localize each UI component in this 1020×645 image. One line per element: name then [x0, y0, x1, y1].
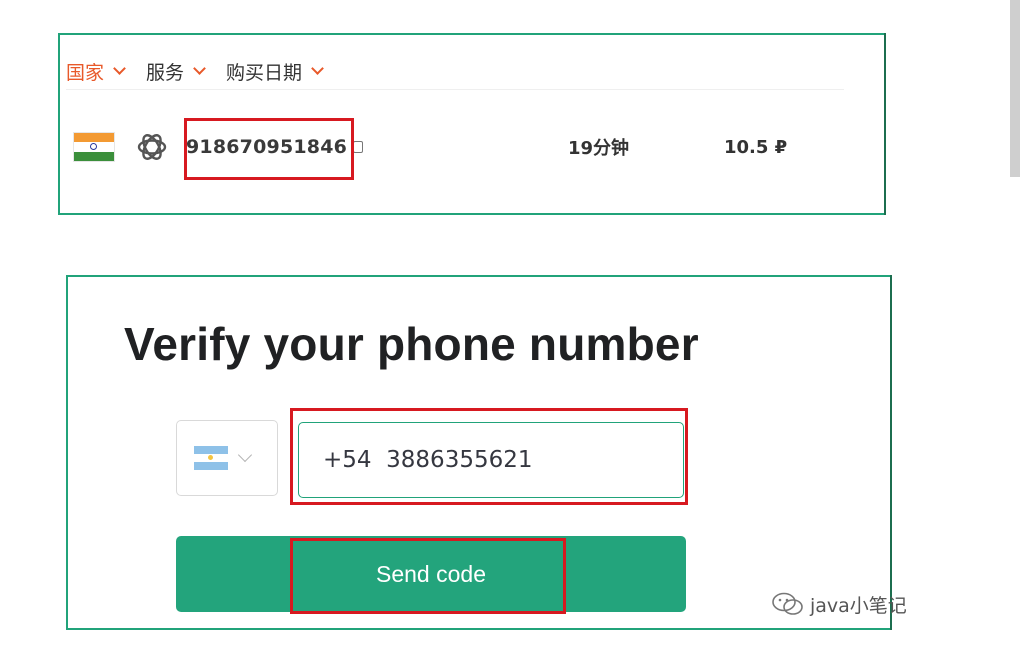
filter-purchase-date-label: 购买日期 [226, 61, 303, 84]
watermark-text: java小笔记 [810, 594, 907, 617]
scrollbar[interactable] [1010, 0, 1020, 177]
filter-country-label: 国家 [66, 61, 105, 84]
chevron-down-icon [113, 62, 126, 75]
highlight-phone-input [290, 408, 688, 505]
verify-phone-panel: Verify your phone number Send code [66, 275, 892, 630]
chevron-down-icon [311, 62, 324, 75]
orders-panel: 国家 服务 购买日期 918670951846 19分钟 10.5 ₽ [58, 33, 886, 215]
openai-icon [137, 134, 167, 160]
india-flag-icon [74, 133, 114, 161]
order-duration: 19分钟 [568, 138, 630, 159]
send-code-button[interactable]: Send code [176, 536, 686, 612]
order-price: 10.5 ₽ [724, 136, 788, 158]
argentina-flag-icon [194, 446, 228, 470]
filter-bar: 国家 服务 购买日期 [66, 53, 844, 90]
page-title: Verify your phone number [124, 318, 699, 370]
filter-service-label: 服务 [146, 61, 185, 84]
filter-country[interactable]: 国家 [66, 58, 126, 85]
copy-icon[interactable] [353, 141, 364, 153]
chevron-down-icon [193, 62, 206, 75]
country-code-select[interactable] [176, 420, 278, 496]
watermark: java小笔记 [770, 590, 907, 618]
filter-service[interactable]: 服务 [146, 58, 206, 85]
filter-purchase-date[interactable]: 购买日期 [226, 58, 324, 85]
wechat-icon [772, 592, 803, 615]
highlight-phone-number [184, 118, 354, 180]
chevron-down-icon [237, 447, 253, 463]
